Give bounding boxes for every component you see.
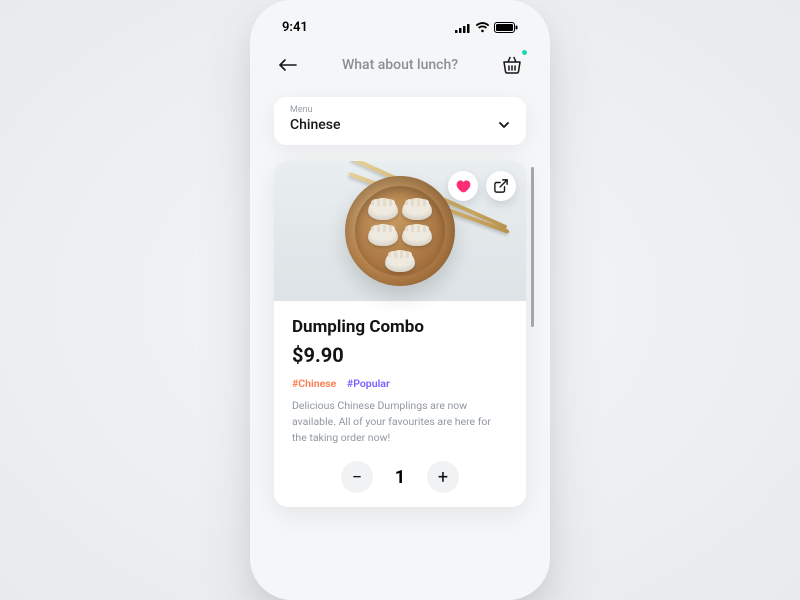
battery-icon	[494, 22, 518, 33]
status-time: 9:41	[282, 20, 308, 35]
scroll-indicator[interactable]	[531, 167, 534, 327]
cart-badge	[521, 49, 528, 56]
chevron-down-icon	[498, 121, 510, 129]
quantity-stepper: − 1 +	[292, 461, 508, 493]
arrow-left-icon	[278, 58, 298, 72]
favorite-button[interactable]	[448, 171, 478, 201]
tag-popular[interactable]: #Popular	[347, 377, 390, 390]
product-tags: #Chinese #Popular	[292, 377, 508, 390]
product-body: Dumpling Combo $9.90 #Chinese #Popular D…	[274, 301, 526, 507]
external-link-icon	[494, 179, 508, 193]
menu-select-value: Chinese	[290, 117, 340, 133]
top-bar: What about lunch?	[268, 47, 532, 93]
product-card: Dumpling Combo $9.90 #Chinese #Popular D…	[274, 161, 526, 507]
phone-frame: 9:41 What about lunch? Menu Chinese	[250, 0, 550, 600]
status-bar: 9:41	[268, 16, 532, 47]
page-title: What about lunch?	[302, 57, 498, 73]
plate-illustration	[345, 176, 455, 286]
increment-button[interactable]: +	[427, 461, 459, 493]
product-image	[274, 161, 526, 301]
tag-chinese[interactable]: #Chinese	[292, 377, 336, 390]
product-description: Delicious Chinese Dumplings are now avai…	[292, 398, 502, 445]
product-name: Dumpling Combo	[292, 317, 508, 337]
status-indicators	[455, 22, 518, 33]
share-button[interactable]	[486, 171, 516, 201]
product-card-wrap: Dumpling Combo $9.90 #Chinese #Popular D…	[274, 161, 526, 507]
basket-icon	[502, 56, 522, 74]
quantity-value: 1	[391, 467, 409, 488]
back-button[interactable]	[274, 51, 302, 79]
cart-button[interactable]	[498, 51, 526, 79]
product-price: $9.90	[292, 343, 508, 367]
cellular-icon	[455, 23, 471, 33]
wifi-icon	[475, 22, 490, 33]
heart-icon	[456, 179, 471, 193]
menu-select-label: Menu	[290, 105, 510, 115]
menu-select[interactable]: Menu Chinese	[274, 97, 526, 145]
decrement-button[interactable]: −	[341, 461, 373, 493]
product-actions	[448, 171, 516, 201]
